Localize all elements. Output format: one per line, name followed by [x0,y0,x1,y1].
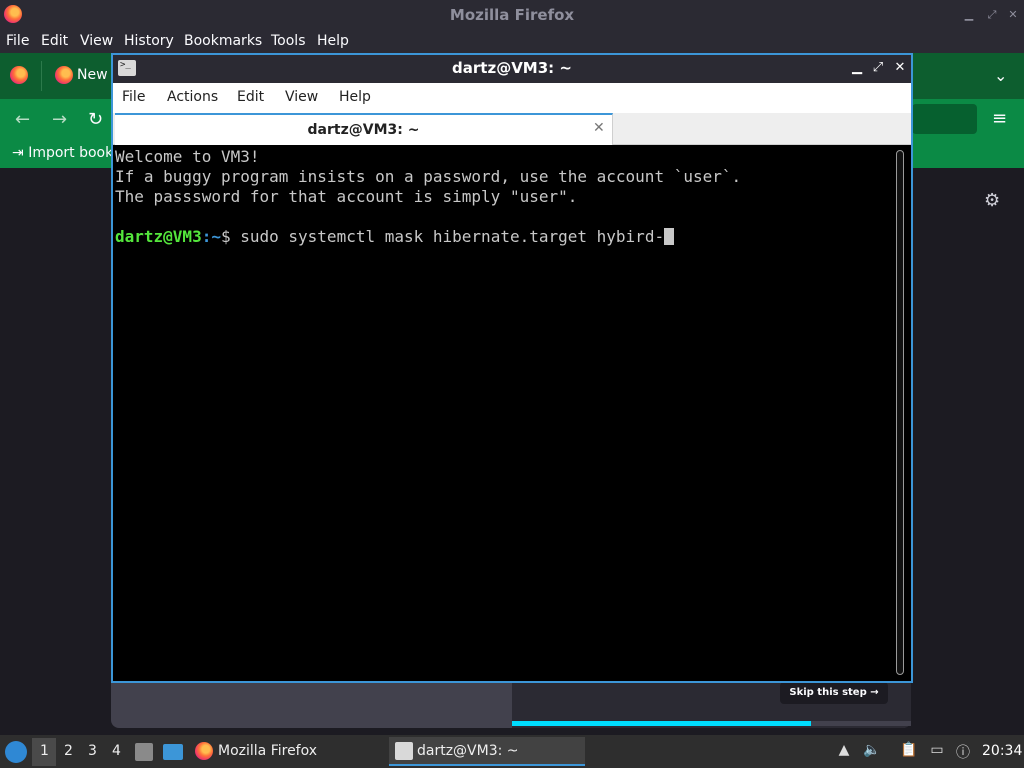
menu-file[interactable]: File [6,33,29,49]
task-firefox[interactable]: Mozilla Firefox [193,737,383,766]
firefox-window-title: Mozilla Firefox [449,6,575,24]
terminal-line: Welcome to VM3! [115,147,260,166]
start-menu-icon[interactable] [5,741,27,763]
firefox-titlebar: Mozilla Firefox ▁ ⤢ ✕ [0,0,1024,29]
task-label: Mozilla Firefox [218,743,318,759]
menu-history[interactable]: History [124,33,174,49]
terminal-scrollbar[interactable] [896,150,904,675]
terminal-menubar: File Actions Edit View Help [113,83,911,113]
terminal-titlebar: dartz@VM3: ~ ▁ ⤢ ✕ [113,55,911,83]
gear-icon[interactable]: ⚙ [984,190,1000,211]
forward-icon[interactable]: → [52,109,67,130]
close-icon[interactable]: ✕ [892,59,908,77]
tab-firefox-icon [55,66,73,84]
term-menu-file[interactable]: File [122,89,145,105]
file-manager-icon[interactable] [135,743,153,761]
pinned-tab-firefox-icon[interactable] [10,66,28,84]
terminal-line: If a buggy program insists on a password… [115,167,742,186]
workspace-2[interactable]: 2 [64,743,73,759]
workspace-3[interactable]: 3 [88,743,97,759]
clipboard-icon[interactable]: 📋 [900,742,918,760]
menu-bookmarks[interactable]: Bookmarks [184,33,262,49]
terminal-output[interactable]: Welcome to VM3! If a buggy program insis… [113,145,911,681]
menu-edit[interactable]: Edit [41,33,68,49]
volume-icon[interactable]: 🔈 [863,742,881,760]
tray-arrow-icon[interactable]: ▲ [835,742,853,760]
menu-view[interactable]: View [80,33,113,49]
chevron-down-icon[interactable]: ⌄ [994,66,1007,85]
prompt-path: :~ [201,227,221,246]
terminal-tab-title: dartz@VM3: ~ [307,122,420,138]
onboarding-progress-fill [512,721,812,726]
maximize-icon[interactable]: ⤢ [870,59,886,77]
workspace-4[interactable]: 4 [112,743,121,759]
import-icon: ⇥ [12,145,24,161]
notification-icon[interactable]: ⓘ [954,742,972,761]
show-desktop-icon[interactable] [163,744,183,760]
tab-close-icon[interactable]: ✕ [593,120,605,136]
task-terminal[interactable]: dartz@VM3: ~ [389,737,585,766]
workspace-1[interactable]: 1 [40,743,49,759]
onboarding-progress [512,721,911,726]
onboarding-dialog: Skip this step → [111,680,911,728]
minimize-icon[interactable]: ▁ [849,59,865,77]
network-icon[interactable]: ▭ [928,742,946,760]
task-label: dartz@VM3: ~ [417,743,519,759]
terminal-window: dartz@VM3: ~ ▁ ⤢ ✕ File Actions Edit Vie… [111,53,913,683]
prompt-symbol: $ [220,227,241,246]
text-cursor [664,228,675,245]
import-bookmarks-button[interactable]: ⇥ Import book [12,145,113,161]
term-menu-help[interactable]: Help [339,89,371,105]
taskbar: 1 2 3 4 Mozilla Firefox dartz@VM3: ~ ▲ 🔈… [0,735,1024,768]
tab-new[interactable]: New [77,67,108,83]
back-icon[interactable]: ← [15,109,30,130]
menu-tools[interactable]: Tools [271,33,306,49]
url-bar[interactable] [912,104,977,134]
clock: 20:34 [982,743,1023,759]
term-menu-view[interactable]: View [285,89,318,105]
minimize-icon[interactable]: ▁ [962,8,976,22]
terminal-line: The passsword for that account is simply… [115,187,578,206]
reload-icon[interactable]: ↻ [88,109,103,130]
close-icon[interactable]: ✕ [1006,8,1020,22]
tab-separator [41,61,42,91]
term-menu-actions[interactable]: Actions [167,89,218,105]
terminal-window-title: dartz@VM3: ~ [452,59,572,77]
firefox-logo-icon [195,742,213,760]
maximize-icon[interactable]: ⤢ [985,8,999,22]
terminal-icon [395,742,413,760]
terminal-command: sudo systemctl mask hibernate.target hyb… [240,227,665,246]
terminal-tab[interactable]: dartz@VM3: ~ ✕ [115,113,613,145]
menu-help[interactable]: Help [317,33,349,49]
prompt-user: dartz@VM3 [115,227,202,246]
firefox-menubar: File Edit View History Bookmarks Tools H… [0,29,1024,53]
terminal-prompt-line: dartz@VM3:~$ sudo systemctl mask hiberna… [115,227,675,246]
skip-step-button[interactable]: Skip this step → [780,682,888,704]
import-bookmarks-label: Import book [28,145,114,161]
hamburger-menu-icon[interactable]: ≡ [992,108,1007,129]
term-menu-edit[interactable]: Edit [237,89,264,105]
terminal-tabbar: dartz@VM3: ~ ✕ [113,113,911,145]
